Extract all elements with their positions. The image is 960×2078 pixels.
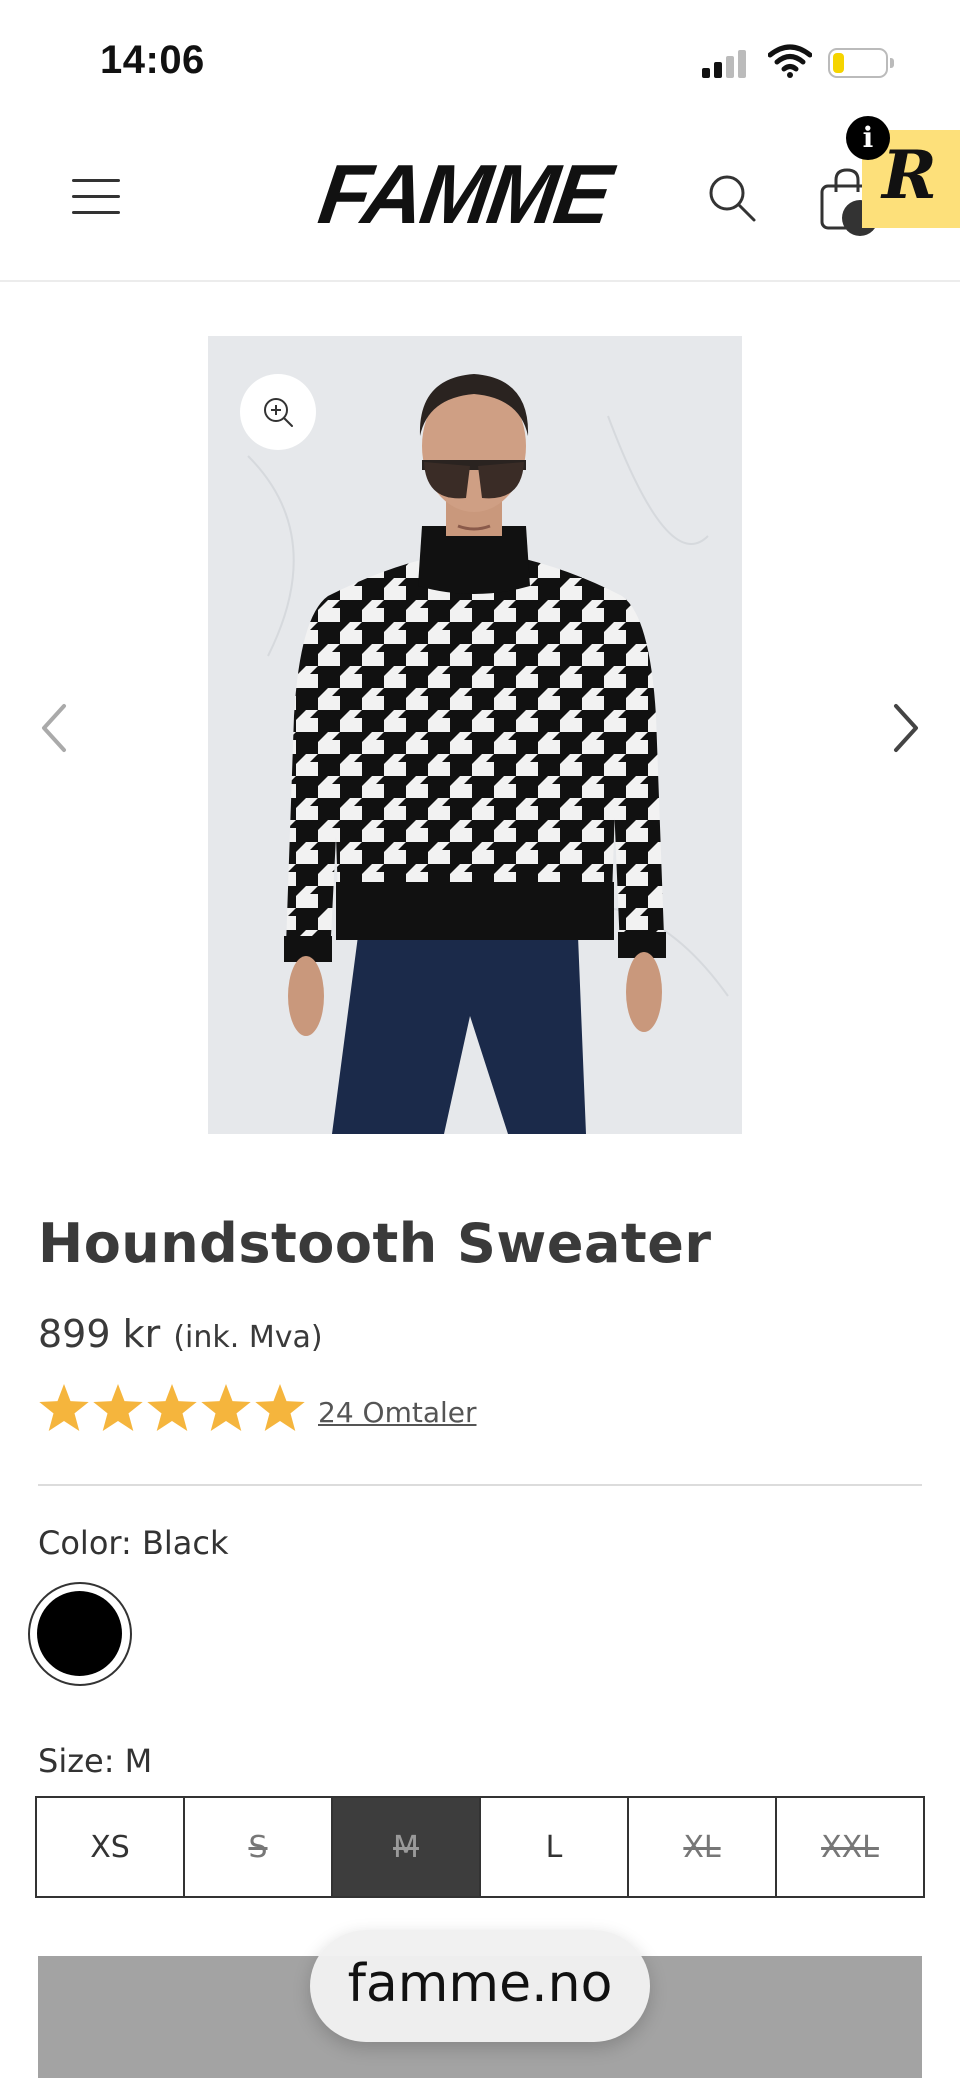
star-rating	[39, 1384, 305, 1431]
chevron-right-icon[interactable]	[888, 702, 924, 754]
search-icon[interactable]	[706, 172, 758, 224]
size-option-l[interactable]: L	[481, 1798, 629, 1896]
chevron-left-icon[interactable]	[36, 702, 72, 754]
size-option-xs[interactable]: XS	[37, 1798, 185, 1896]
zoom-in-icon	[264, 398, 293, 427]
promo-badge-letter: R	[882, 136, 937, 214]
product-gallery	[0, 336, 960, 1134]
wifi-icon	[768, 44, 812, 78]
color-label: Color: Black	[38, 1524, 229, 1562]
product-image[interactable]	[208, 336, 742, 1134]
star-icon	[255, 1384, 305, 1431]
product-title: Houndstooth Sweater	[38, 1212, 712, 1275]
hamburger-menu-icon[interactable]	[72, 175, 122, 219]
star-icon	[201, 1384, 251, 1431]
price-vat-note: (ink. Mva)	[173, 1320, 323, 1355]
size-option-xl[interactable]: XL	[629, 1798, 777, 1896]
status-bar: 14:06	[0, 0, 960, 120]
size-selector: XS S M L XL XXL	[35, 1796, 925, 1898]
url-text: famme.no	[347, 1954, 613, 2014]
price-row: 899 kr (ink. Mva)	[38, 1312, 323, 1356]
battery-icon	[828, 48, 894, 78]
size-option-s[interactable]: S	[185, 1798, 333, 1896]
site-logo[interactable]: FAMME	[313, 146, 615, 243]
star-icon	[93, 1384, 143, 1431]
color-swatch-fill	[37, 1591, 122, 1676]
status-time: 14:06	[100, 38, 205, 82]
zoom-in-button[interactable]	[240, 374, 316, 450]
info-icon[interactable]: i	[846, 116, 890, 160]
reviews-link[interactable]: 24 Omtaler	[318, 1396, 477, 1429]
color-swatch-black[interactable]	[28, 1582, 132, 1686]
size-option-xxl[interactable]: XXL	[777, 1798, 923, 1896]
size-option-m[interactable]: M	[333, 1798, 481, 1896]
star-icon	[147, 1384, 197, 1431]
size-label: Size: M	[38, 1742, 153, 1780]
browser-url-bar[interactable]: famme.no	[310, 1930, 650, 2042]
product-price: 899 kr	[38, 1312, 161, 1356]
site-header: FAMME	[0, 120, 960, 282]
star-icon	[39, 1384, 89, 1431]
cellular-signal-icon	[702, 48, 750, 78]
divider	[38, 1484, 922, 1486]
product-photo	[208, 336, 742, 1134]
